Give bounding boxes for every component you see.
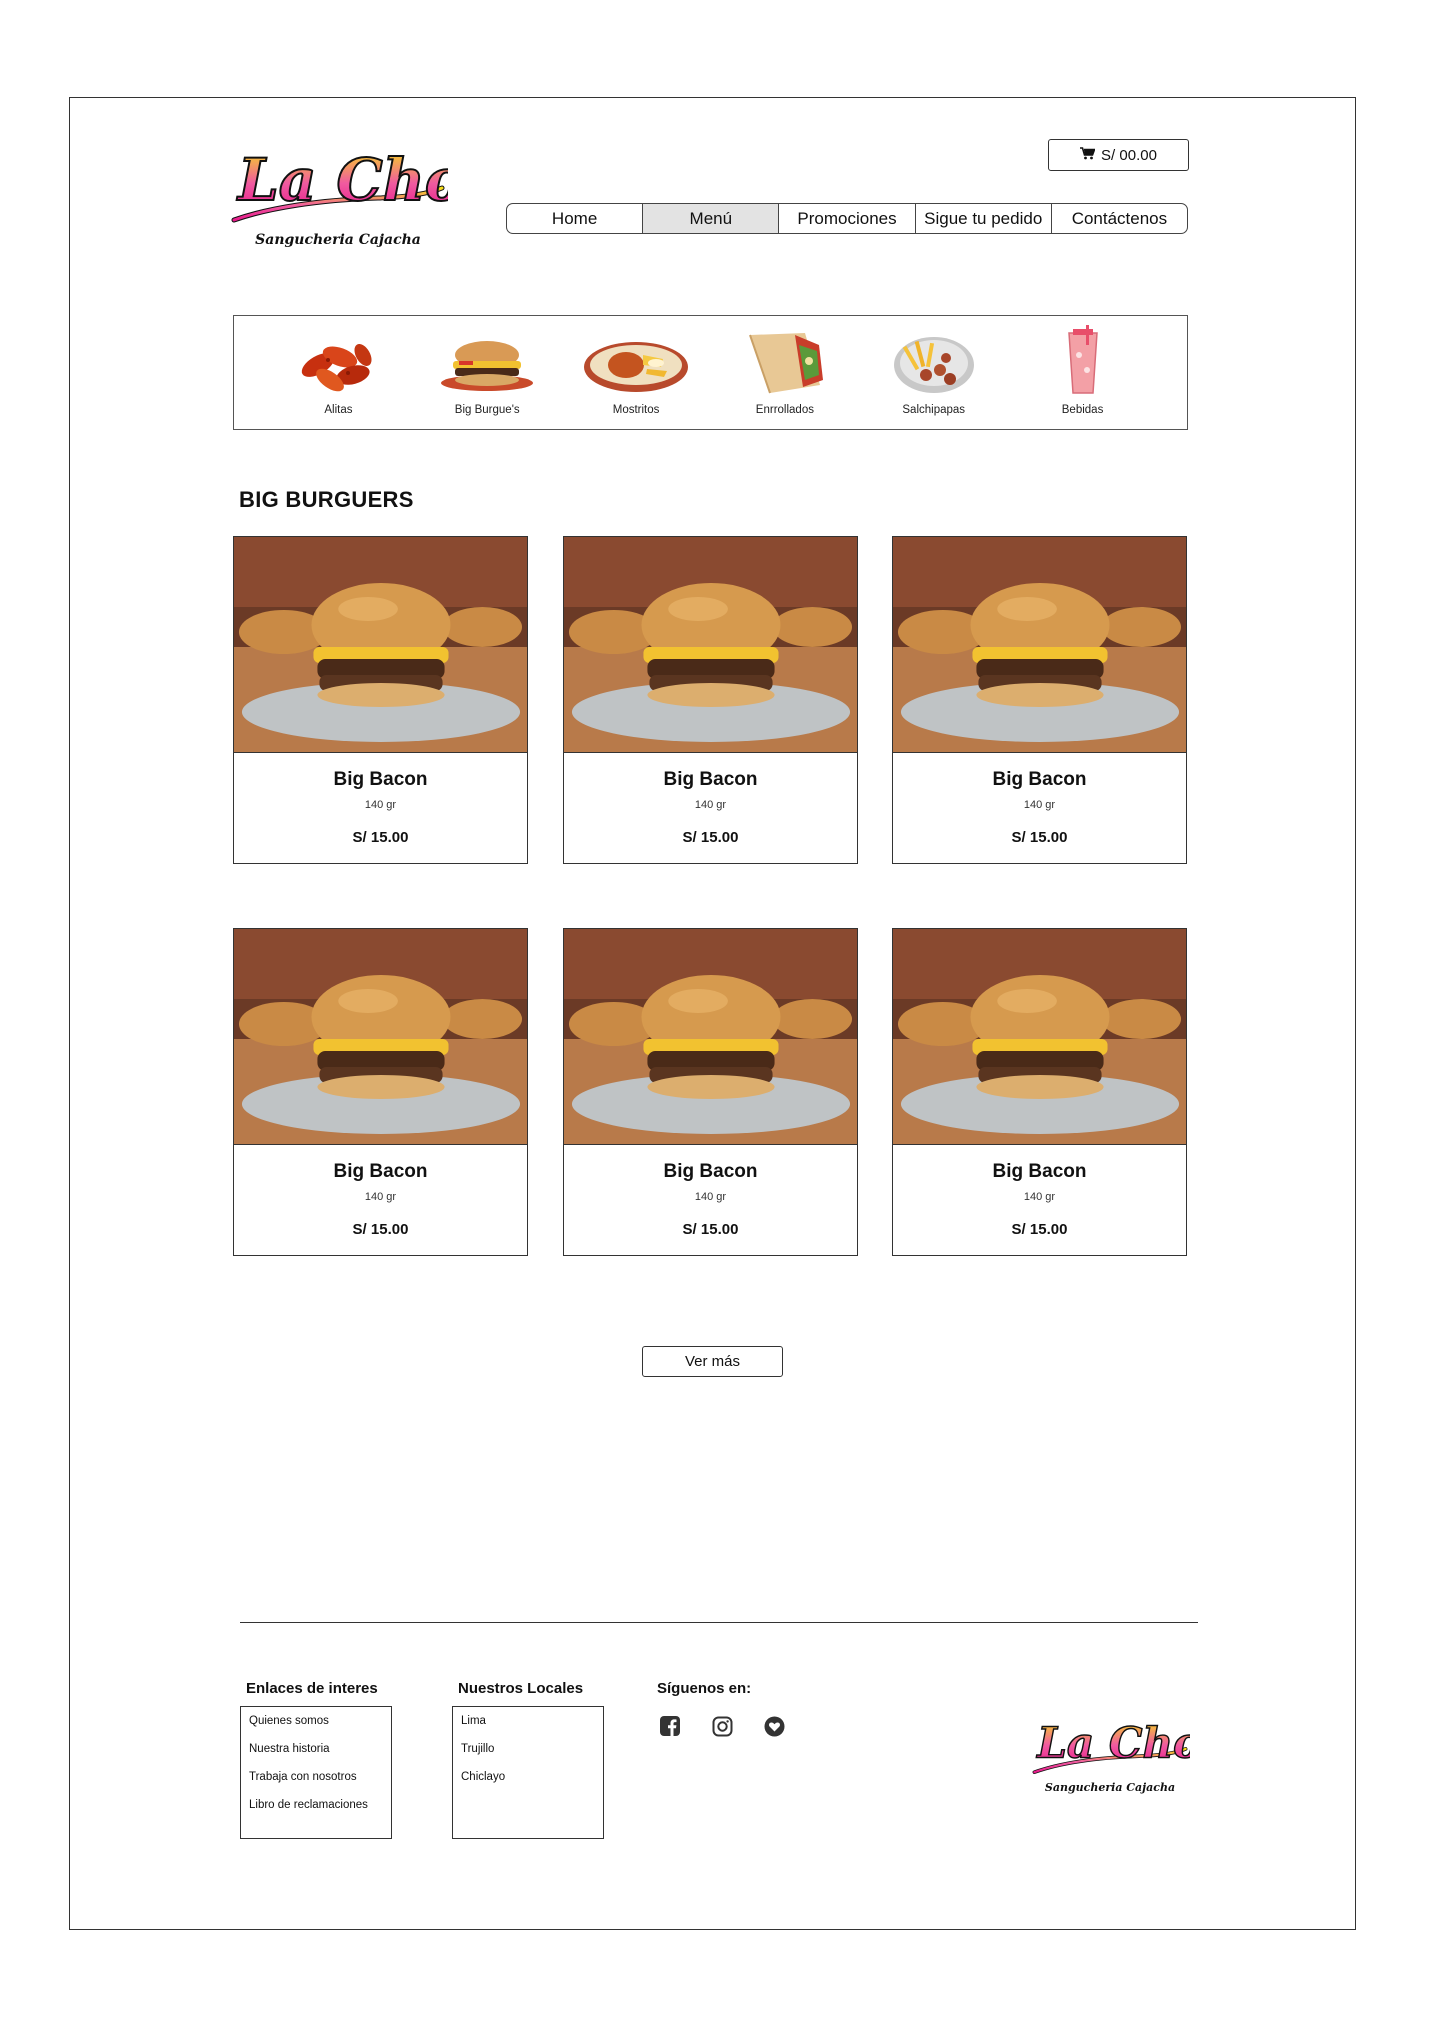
wings-icon [283, 322, 393, 402]
nav-menu[interactable]: Menú [643, 204, 780, 233]
footer-links-box: Quienes somos Nuestra historia Trabaja c… [240, 1706, 392, 1839]
category-mostritos[interactable]: Mostritos [576, 322, 696, 416]
nav-promociones[interactable]: Promociones [779, 204, 916, 233]
product-price: S/ 15.00 [352, 1221, 409, 1238]
main-nav: Home Menú Promociones Sigue tu pedido Co… [506, 203, 1188, 234]
footer-link-nuestra-historia[interactable]: Nuestra historia [249, 1742, 383, 1770]
logo-tagline: Sangucheria Cajacha [1044, 1781, 1176, 1794]
footer-link-quienes-somos[interactable]: Quienes somos [249, 1714, 383, 1742]
category-salchipapas[interactable]: Salchipapas [874, 322, 994, 416]
cart-icon [1080, 146, 1096, 164]
product-weight: 140 gr [364, 1191, 397, 1203]
logo-wordmark: La Chola [1032, 1717, 1190, 1774]
product-image [893, 929, 1186, 1144]
category-strip: Alitas Big Burgue's Mostritos Enrrollado… [233, 315, 1188, 430]
product-name: Big Bacon [333, 769, 428, 790]
salchipapa-icon [879, 322, 989, 402]
footer-local-chiclayo[interactable]: Chiclayo [461, 1770, 595, 1798]
cart-button[interactable]: S/ 00.00 [1048, 139, 1189, 171]
footer-local-lima[interactable]: Lima [461, 1714, 595, 1742]
product-price: S/ 15.00 [1011, 1221, 1068, 1238]
section-title: BIG BURGUERS [239, 487, 414, 512]
product-image [893, 537, 1186, 752]
instagram-icon[interactable] [711, 1715, 733, 1737]
product-card[interactable]: Big Bacon 140 gr S/ 15.00 [563, 928, 858, 1256]
logo-tagline: Sangucheria Cajacha [255, 232, 421, 248]
category-label: Enrrollados [755, 404, 814, 416]
product-weight: 140 gr [364, 799, 397, 811]
product-price: S/ 15.00 [682, 829, 739, 846]
category-label: Big Burgue's [454, 404, 520, 416]
footer-social-heading: Síguenos en: [657, 1680, 752, 1697]
category-label: Alitas [324, 404, 353, 416]
product-image [234, 537, 527, 752]
product-name: Big Bacon [992, 769, 1087, 790]
nav-home[interactable]: Home [507, 204, 644, 233]
cart-total: S/ 00.00 [1101, 146, 1157, 164]
footer-local-trujillo[interactable]: Trujillo [461, 1742, 595, 1770]
logo-wordmark: La Chola [231, 145, 448, 223]
footer-divider [240, 1622, 1198, 1623]
product-weight: 140 gr [1023, 799, 1056, 811]
product-price: S/ 15.00 [682, 1221, 739, 1238]
burger-icon [432, 322, 542, 402]
category-alitas[interactable]: Alitas [278, 322, 398, 416]
header-logo[interactable]: La Chola Sangucheria Cajacha [228, 138, 448, 248]
footer-link-trabaja[interactable]: Trabaja con nosotros [249, 1770, 383, 1798]
mostrito-icon [581, 322, 691, 402]
product-price: S/ 15.00 [1011, 829, 1068, 846]
product-card[interactable]: Big Bacon 140 gr S/ 15.00 [233, 928, 528, 1256]
product-card[interactable]: Big Bacon 140 gr S/ 15.00 [892, 536, 1187, 864]
category-big-burgues[interactable]: Big Burgue's [427, 322, 547, 416]
product-weight: 140 gr [694, 799, 727, 811]
nav-sigue-tu-pedido[interactable]: Sigue tu pedido [916, 204, 1052, 233]
footer-link-reclamaciones[interactable]: Libro de reclamaciones [249, 1798, 383, 1826]
wrap-icon [730, 322, 840, 402]
product-weight: 140 gr [1023, 1191, 1056, 1203]
heart-icon[interactable] [763, 1715, 785, 1737]
product-weight: 140 gr [694, 1191, 727, 1203]
product-card[interactable]: Big Bacon 140 gr S/ 15.00 [233, 536, 528, 864]
category-enrrollados[interactable]: Enrrollados [725, 322, 845, 416]
footer-locales-box: Lima Trujillo Chiclayo [452, 1706, 604, 1839]
product-name: Big Bacon [663, 1161, 758, 1182]
svg-text:La Chola: La Chola [236, 146, 448, 214]
product-name: Big Bacon [992, 1161, 1087, 1182]
svg-text:La Chola: La Chola [1036, 1718, 1190, 1768]
product-image [564, 929, 857, 1144]
ver-mas-button[interactable]: Ver más [642, 1346, 783, 1377]
product-image [234, 929, 527, 1144]
footer-locales-heading: Nuestros Locales [458, 1680, 584, 1697]
category-label: Salchipapas [902, 404, 966, 416]
footer-logo[interactable]: La Chola Sangucheria Cajacha [1030, 1712, 1190, 1794]
product-name: Big Bacon [663, 769, 758, 790]
product-card[interactable]: Big Bacon 140 gr S/ 15.00 [563, 536, 858, 864]
product-image [564, 537, 857, 752]
social-links [659, 1715, 785, 1737]
footer-links-heading: Enlaces de interes [246, 1680, 378, 1697]
facebook-icon[interactable] [659, 1715, 681, 1737]
nav-contactenos[interactable]: Contáctenos [1052, 204, 1187, 233]
category-bebidas[interactable]: Bebidas [1023, 322, 1143, 416]
category-label: Bebidas [1061, 404, 1104, 416]
product-card[interactable]: Big Bacon 140 gr S/ 15.00 [892, 928, 1187, 1256]
product-name: Big Bacon [333, 1161, 428, 1182]
product-price: S/ 15.00 [352, 829, 409, 846]
category-label: Mostritos [612, 404, 660, 416]
drink-icon [1028, 322, 1138, 402]
